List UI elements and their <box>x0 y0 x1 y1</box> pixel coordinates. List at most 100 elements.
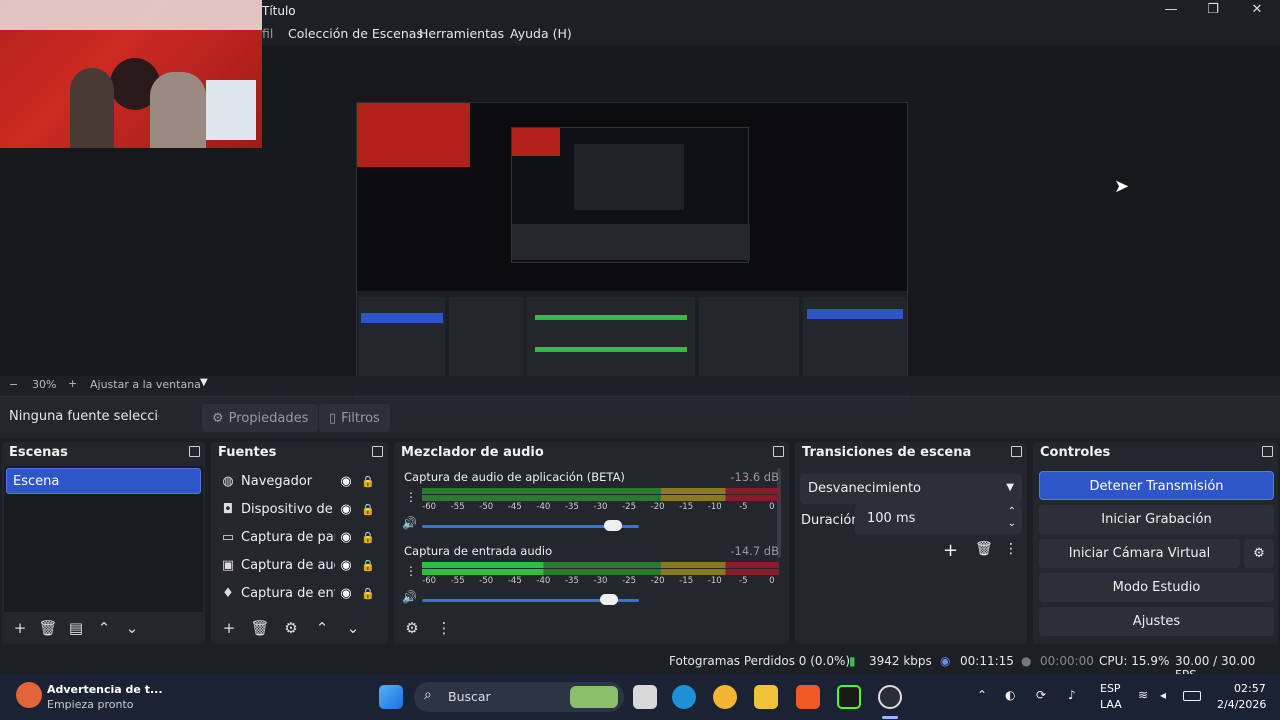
kebab-menu-icon[interactable]: ⋮ <box>405 564 417 578</box>
file-explorer-icon[interactable] <box>754 685 778 709</box>
undock-icon[interactable] <box>372 446 383 457</box>
sources-list[interactable]: ◍ Navegador ◉ 🔒 ◘ Dispositivo de captura… <box>213 466 386 612</box>
lock-icon[interactable]: 🔒 <box>357 531 379 544</box>
edge-icon[interactable] <box>672 685 696 709</box>
scene-item[interactable]: Escena <box>6 468 201 494</box>
source-item[interactable]: ▭ Captura de pantalla ◉ 🔒 <box>219 524 380 550</box>
lock-icon[interactable]: 🔒 <box>357 475 379 488</box>
maximize-button[interactable]: ❐ <box>1198 2 1228 20</box>
stop-streaming-button[interactable]: Detener Transmisión <box>1039 471 1274 500</box>
task-view-icon[interactable] <box>633 685 657 709</box>
close-button[interactable]: ✕ <box>1242 2 1272 20</box>
start-virtual-camera-button[interactable]: Iniciar Cámara Virtual <box>1039 539 1240 568</box>
sync-icon[interactable]: ⟳ <box>1036 688 1046 702</box>
trash-icon[interactable]: 🗑 <box>36 617 60 639</box>
brave-icon[interactable] <box>796 685 820 709</box>
add-icon[interactable]: + <box>217 617 241 639</box>
chevron-up-icon[interactable]: ⌃ <box>977 688 987 702</box>
trash-icon[interactable]: 🗑 <box>975 541 993 557</box>
undock-icon[interactable] <box>189 446 200 457</box>
undock-icon[interactable] <box>1262 446 1273 457</box>
add-icon[interactable]: + <box>943 540 958 561</box>
meter-tick-label: -30 <box>593 576 608 586</box>
meter-tick-label: -5 <box>739 502 748 512</box>
no-source-label: Ninguna fuente seleccionada <box>9 409 159 424</box>
lock-icon[interactable]: 🔒 <box>357 559 379 572</box>
source-item[interactable]: ◘ Dispositivo de captura ◉ 🔒 <box>219 496 380 522</box>
zoom-in-button[interactable]: + <box>68 377 77 390</box>
eye-icon[interactable]: ◉ <box>335 530 357 545</box>
chevron-up-icon[interactable]: ⌃ <box>310 617 334 639</box>
start-recording-button[interactable]: Iniciar Grabación <box>1039 505 1274 534</box>
zoom-out-button[interactable]: − <box>9 378 18 391</box>
menu-help[interactable]: Ayuda (H) <box>510 26 572 41</box>
search-box[interactable]: ⌕ Buscar <box>414 682 624 712</box>
eye-icon[interactable]: ◉ <box>335 502 357 517</box>
undock-icon[interactable] <box>773 446 784 457</box>
kebab-menu-icon[interactable]: ⋮ <box>432 617 456 639</box>
trash-icon[interactable]: 🗑 <box>248 617 272 639</box>
studio-mode-button[interactable]: Modo Estudio <box>1039 573 1274 602</box>
transition-select[interactable]: Desvanecimiento ▼ <box>800 474 1022 504</box>
tray-app-icon[interactable]: ◐ <box>1005 688 1015 702</box>
kick-icon[interactable] <box>837 685 861 709</box>
speaker-icon[interactable]: 🔊 <box>402 590 417 604</box>
eye-icon[interactable]: ◉ <box>335 586 357 601</box>
volume-knob[interactable] <box>603 520 622 531</box>
add-icon[interactable]: + <box>8 617 32 639</box>
filters-button[interactable]: ▯ Filtros <box>319 404 390 432</box>
record-time: 00:00:00 <box>1040 654 1094 668</box>
settings-button[interactable]: Ajustes <box>1039 607 1274 636</box>
speaker-icon[interactable]: 🔊 <box>402 516 417 530</box>
windows-start-icon[interactable] <box>379 685 403 709</box>
obs-icon[interactable] <box>878 685 902 709</box>
advanced-audio-icon[interactable]: ⚙ <box>400 617 424 639</box>
scenes-list[interactable]: Escena <box>4 466 203 612</box>
menu-profile[interactable]: fil <box>262 26 273 41</box>
notification-icon[interactable] <box>16 682 42 708</box>
source-item[interactable]: ◍ Navegador ◉ 🔒 <box>219 468 380 494</box>
source-item[interactable]: ▣ Captura de audio ◉ 🔒 <box>219 552 380 578</box>
eye-icon[interactable]: ◉ <box>335 474 357 489</box>
gear-icon[interactable]: ⚙ <box>279 617 303 639</box>
kebab-menu-icon[interactable]: ⋮ <box>405 490 417 504</box>
eye-icon[interactable]: ◉ <box>335 558 357 573</box>
properties-button[interactable]: ⚙ Propiedades <box>202 404 319 432</box>
microphone-icon[interactable]: ♪ <box>1068 688 1076 702</box>
mixer-channel: Captura de entrada audio -14.7 dB ⋮ -60 -… <box>402 544 779 618</box>
minimize-button[interactable]: — <box>1156 2 1186 20</box>
meter-tick-label: -60 <box>422 502 437 512</box>
meter-scale: -60 -55 -50 -45 -40 -35 -30 -25 -20 -15 -10 -5 0 <box>422 576 779 588</box>
notification-title[interactable]: Advertencia de t... <box>47 683 163 696</box>
language-bottom[interactable]: LAA <box>1100 698 1122 711</box>
chrome-icon[interactable] <box>713 685 737 709</box>
undock-icon[interactable] <box>1011 446 1022 457</box>
preview-canvas[interactable] <box>356 102 908 414</box>
lock-icon[interactable]: 🔒 <box>357 503 379 516</box>
transitions-dock: Transiciones de escena Desvanecimiento ▼… <box>795 442 1027 644</box>
volume-icon[interactable]: ◂ <box>1160 688 1166 702</box>
language-top[interactable]: ESP <box>1100 682 1121 695</box>
kebab-menu-icon[interactable]: ⋮ <box>1004 541 1018 557</box>
chevron-down-icon[interactable]: ⌄ <box>1008 518 1016 529</box>
volume-knob[interactable] <box>599 594 618 605</box>
chevron-down-icon[interactable]: ▼ <box>200 377 208 388</box>
clock-time[interactable]: 02:57 <box>1234 682 1266 695</box>
meter-tick-label: -10 <box>707 576 722 586</box>
virtual-camera-settings-button[interactable]: ⚙ <box>1244 539 1274 568</box>
filter-icon[interactable]: ▤ <box>64 617 88 639</box>
lock-icon[interactable]: 🔒 <box>357 587 379 600</box>
chevron-down-icon[interactable]: ⌄ <box>341 617 365 639</box>
menu-tools[interactable]: Herramientas <box>419 26 504 41</box>
clock-date[interactable]: 2/4/2026 <box>1217 698 1266 711</box>
battery-icon[interactable] <box>1183 691 1201 701</box>
duration-input[interactable]: 100 ms ⌃ ⌄ <box>855 504 1022 534</box>
chevron-up-icon[interactable]: ⌃ <box>92 617 116 639</box>
wifi-icon[interactable]: ≋ <box>1138 688 1148 702</box>
chevron-down-icon[interactable]: ⌄ <box>120 617 144 639</box>
fit-window-button[interactable]: Ajustar a la ventana <box>90 378 201 391</box>
source-item[interactable]: ♦ Captura de entrada ◉ 🔒 <box>219 580 380 606</box>
chevron-up-icon[interactable]: ⌃ <box>1008 506 1016 517</box>
menu-scene-collection[interactable]: Colección de Escenas <box>288 26 423 41</box>
meter-scale: -60 -55 -50 -45 -40 -35 -30 -25 -20 -15 -10 -5 0 <box>422 502 779 514</box>
